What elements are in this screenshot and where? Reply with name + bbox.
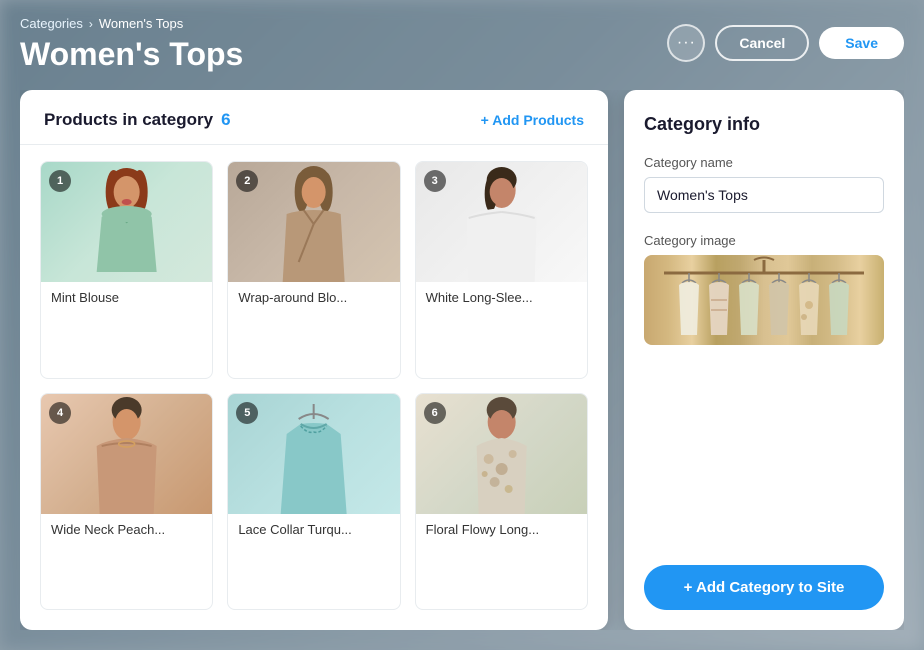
product-image-4: 4 — [41, 394, 212, 514]
category-info-panel: Category info Category name Category ima… — [624, 90, 904, 630]
product-image-2: 2 — [228, 162, 399, 282]
product-image-3: 3 — [416, 162, 587, 282]
products-header: Products in category 6 + Add Products — [20, 90, 608, 145]
category-name-input[interactable] — [644, 177, 884, 213]
app-container: Categories › Women's Tops Women's Tops ·… — [0, 0, 924, 650]
add-products-button[interactable]: + Add Products — [481, 112, 584, 128]
product-image-6: 6 — [416, 394, 587, 514]
product-card-3[interactable]: 3 W — [415, 161, 588, 378]
breadcrumb-parent-link[interactable]: Categories — [20, 16, 83, 31]
main-content: Products in category 6 + Add Products 1 — [20, 90, 904, 630]
product-card-4[interactable]: 4 Wide Neck Peach. — [40, 393, 213, 610]
product-name-4: Wide Neck Peach... — [41, 514, 212, 545]
products-grid: 1 — [20, 145, 608, 630]
category-image-label: Category image — [644, 233, 884, 248]
product-card-5[interactable]: 5 Lace Collar Turq — [227, 393, 400, 610]
product-badge-4: 4 — [49, 402, 71, 424]
product-image-1: 1 — [41, 162, 212, 282]
products-title-text: Products in category — [44, 110, 213, 130]
product-badge-5: 5 — [236, 402, 258, 424]
breadcrumb-current: Women's Tops — [99, 16, 183, 31]
category-name-label: Category name — [644, 155, 884, 170]
product-card-1[interactable]: 1 — [40, 161, 213, 378]
category-image-background — [644, 255, 884, 345]
header-actions: ··· Cancel Save — [667, 24, 904, 62]
category-image-preview — [644, 255, 884, 345]
page-title: Women's Tops — [20, 37, 243, 72]
header-left: Categories › Women's Tops Women's Tops — [20, 16, 243, 72]
category-info-title: Category info — [644, 114, 884, 135]
breadcrumb-chevron-icon: › — [89, 17, 93, 31]
product-name-5: Lace Collar Turqu... — [228, 514, 399, 545]
products-title: Products in category 6 — [44, 110, 231, 130]
product-name-6: Floral Flowy Long... — [416, 514, 587, 545]
category-name-field: Category name — [644, 155, 884, 213]
product-badge-3: 3 — [424, 170, 446, 192]
product-badge-6: 6 — [424, 402, 446, 424]
product-image-5: 5 — [228, 394, 399, 514]
product-name-2: Wrap-around Blo... — [228, 282, 399, 313]
product-card-6[interactable]: 6 — [415, 393, 588, 610]
product-name-1: Mint Blouse — [41, 282, 212, 313]
product-name-3: White Long-Slee... — [416, 282, 587, 313]
cancel-button[interactable]: Cancel — [715, 25, 809, 61]
add-category-button[interactable]: + Add Category to Site — [644, 565, 884, 610]
category-image-field: Category image — [644, 233, 884, 345]
save-button[interactable]: Save — [819, 27, 904, 59]
products-panel: Products in category 6 + Add Products 1 — [20, 90, 608, 630]
product-card-2[interactable]: 2 — [227, 161, 400, 378]
products-count: 6 — [221, 110, 230, 130]
more-button[interactable]: ··· — [667, 24, 705, 62]
header: Categories › Women's Tops Women's Tops ·… — [20, 16, 904, 72]
breadcrumb: Categories › Women's Tops — [20, 16, 243, 31]
